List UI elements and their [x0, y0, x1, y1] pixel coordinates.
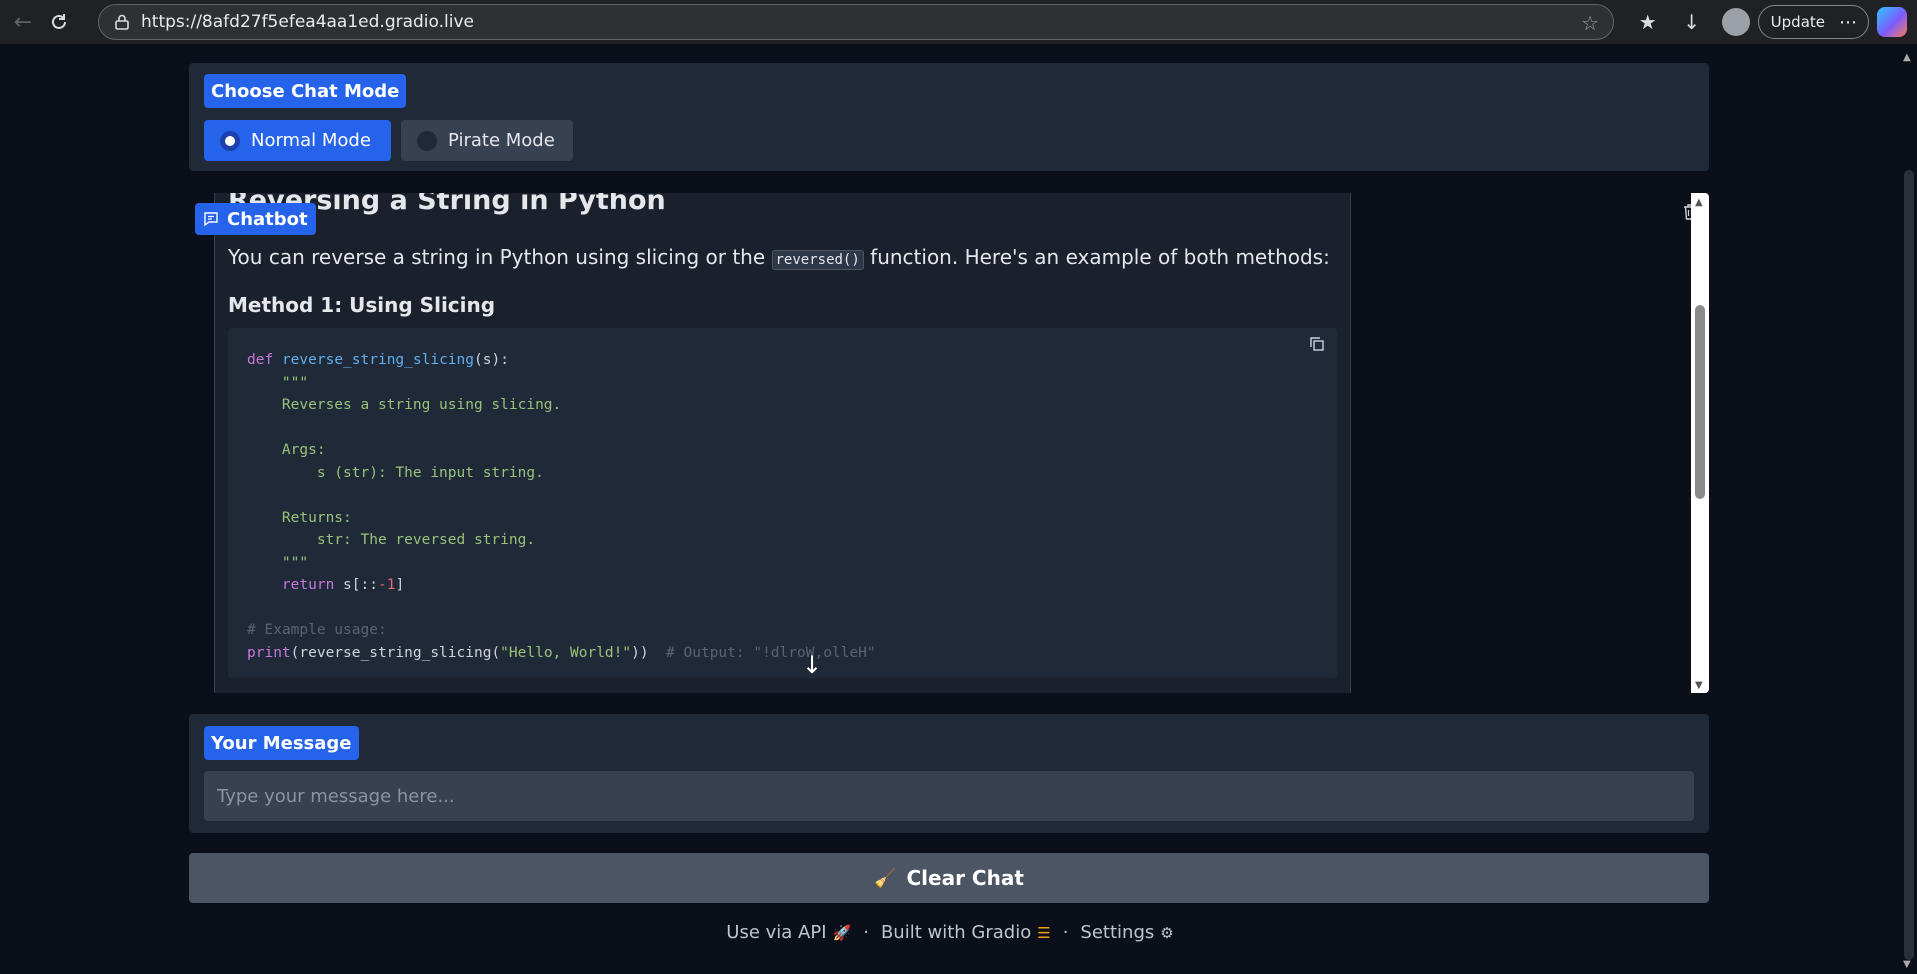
inline-code: reversed(): [771, 250, 864, 270]
scroll-down-icon[interactable]: ↓: [802, 651, 822, 679]
normal-mode-radio[interactable]: Normal Mode: [204, 120, 391, 161]
favorites-icon[interactable]: ★: [1626, 0, 1670, 44]
rocket-icon: 🚀: [832, 924, 852, 942]
star-icon[interactable]: ☆: [1581, 11, 1599, 35]
method-heading: Method 1: Using Slicing: [228, 293, 496, 317]
clear-chat-label: Clear Chat: [906, 866, 1024, 890]
intro-text-after: function. Here's an example of both meth…: [863, 245, 1330, 269]
browser-toolbar: ← https://8afd27f5efea4aa1ed.gradio.live…: [0, 0, 1917, 44]
code-line: Args:: [247, 442, 326, 458]
scroll-up-arrow[interactable]: ▲: [1903, 52, 1911, 63]
chat-icon: [204, 212, 218, 227]
code-line: # Example usage:: [247, 622, 387, 638]
api-link-text: Use via API: [726, 922, 827, 943]
code-line: s (str): The input string.: [247, 464, 544, 481]
more-icon[interactable]: ⋯: [1839, 12, 1858, 33]
scroll-down-arrow[interactable]: ▼: [1903, 959, 1911, 970]
back-icon[interactable]: ←: [6, 5, 40, 39]
message-panel: Your Message: [189, 714, 1709, 833]
code-content: def reverse_string_slicing(s): """ Rever…: [247, 349, 876, 664]
url-text[interactable]: https://8afd27f5efea4aa1ed.gradio.live: [141, 12, 474, 32]
settings-text: Settings: [1080, 922, 1155, 943]
reload-icon[interactable]: [42, 5, 76, 39]
page-scrollbar[interactable]: ▲ ▼: [1901, 48, 1917, 974]
broom-icon: 🧹: [874, 867, 897, 889]
avatar[interactable]: [1721, 8, 1750, 36]
update-button[interactable]: Update ⋯: [1757, 5, 1869, 39]
copilot-icon[interactable]: [1877, 7, 1907, 37]
pirate-mode-radio[interactable]: Pirate Mode: [401, 120, 573, 161]
chatbot-label-text: Chatbot: [227, 208, 308, 230]
download-icon[interactable]: ↓: [1670, 0, 1714, 44]
page-scrollbar-thumb[interactable]: [1904, 170, 1914, 960]
use-via-api-link[interactable]: Use via API 🚀: [726, 922, 851, 943]
code-line: Returns:: [247, 509, 352, 526]
gear-icon: ⚙: [1160, 924, 1174, 942]
built-text: Built with Gradio: [880, 922, 1032, 943]
message-intro: You can reverse a string in Python using…: [228, 245, 1330, 270]
code-line: Reverses a string using slicing.: [247, 397, 562, 413]
gradio-logo-icon: ☰: [1037, 924, 1051, 942]
chat-scroll-up[interactable]: ▲: [1695, 197, 1703, 208]
chat-scrollbar[interactable]: ▲ ▼: [1691, 193, 1709, 693]
intro-text-before: You can reverse a string in Python using…: [228, 245, 772, 269]
chatbot-panel: Chatbot Reversing a String in Python You…: [189, 193, 1709, 693]
pirate-mode-label: Pirate Mode: [448, 130, 555, 151]
chatbot-label: Chatbot: [195, 203, 316, 235]
message-input[interactable]: [204, 771, 1694, 821]
chat-mode-panel: Choose Chat Mode Normal Mode Pirate Mode: [189, 63, 1709, 171]
code-line: return s[::-1]: [281, 577, 405, 593]
code-line: print(reverse_string_slicing("Hello, Wor…: [247, 644, 876, 661]
built-with-gradio-link[interactable]: Built with Gradio ☰: [881, 922, 1051, 943]
copy-icon[interactable]: [1309, 336, 1325, 356]
radio-selected-indicator[interactable]: [220, 130, 240, 151]
code-line: str: The reversed string.: [247, 532, 536, 548]
code-line: """: [247, 374, 309, 391]
code-line: def reverse_string_slicing(s):: [247, 352, 509, 368]
bot-message: Reversing a String in Python You can rev…: [214, 193, 1351, 693]
chat-scrollbar-thumb[interactable]: [1695, 305, 1705, 499]
footer: Use via API 🚀 · Built with Gradio ☰ · Sett…: [0, 922, 1900, 943]
radio-unselected-indicator[interactable]: [417, 130, 437, 151]
message-label: Your Message: [204, 726, 359, 760]
normal-mode-label: Normal Mode: [251, 130, 371, 151]
settings-link[interactable]: Settings ⚙: [1080, 922, 1173, 943]
footer-separator: ·: [863, 922, 869, 943]
chat-mode-label: Choose Chat Mode: [204, 74, 407, 108]
chat-scroll-down[interactable]: ▼: [1695, 680, 1703, 691]
code-block: def reverse_string_slicing(s): """ Rever…: [228, 328, 1337, 678]
footer-separator: ·: [1062, 922, 1069, 943]
code-line: """: [247, 554, 309, 571]
clear-chat-button[interactable]: 🧹 Clear Chat: [189, 853, 1709, 903]
update-label: Update: [1770, 13, 1825, 31]
lock-icon[interactable]: [113, 14, 131, 30]
address-bar[interactable]: https://8afd27f5efea4aa1ed.gradio.live ☆: [98, 4, 1614, 40]
